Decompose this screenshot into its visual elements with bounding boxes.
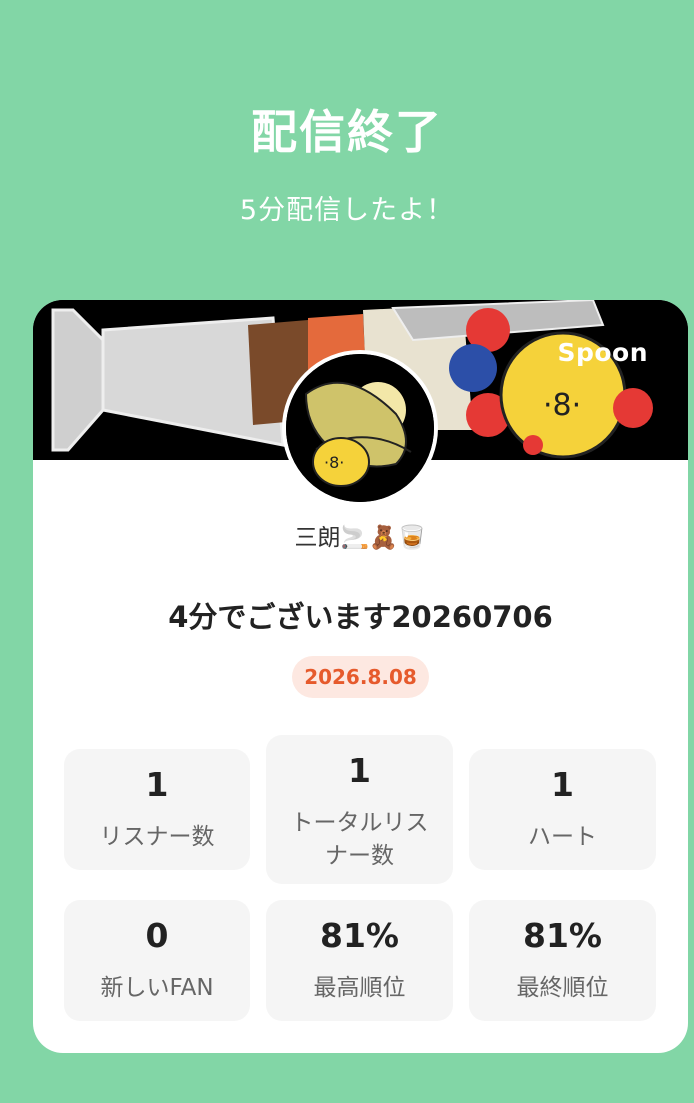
page-subtitle: 5分配信したよ！ [239, 195, 455, 226]
stat-value: 81% [523, 916, 602, 955]
live-ended-screen: 配信終了 5分配信したよ！ ·8· Spoon ·8· 三朗🚬🧸🥃 4分でござい… [0, 0, 694, 1103]
stat-value: 1 [348, 751, 371, 790]
cast-title: 4分でございます20260706 [168, 600, 553, 634]
stat-highest-rank: 81% 最高順位 [266, 900, 453, 1021]
stat-final-rank: 81% 最終順位 [469, 900, 656, 1021]
stat-label: ハート [528, 824, 597, 850]
avatar-illustration: ·8· [286, 354, 434, 502]
stat-label: リスナー数 [99, 824, 215, 850]
stat-value: 81% [320, 916, 399, 955]
cast-summary-card: ·8· Spoon ·8· 三朗🚬🧸🥃 4分でございます20260706 202… [33, 300, 688, 1053]
stat-hearts: 1 ハート [469, 749, 656, 870]
page-title: 配信終了 [251, 105, 443, 159]
brand-logo: Spoon [557, 338, 648, 367]
stat-value: 1 [145, 765, 169, 804]
stat-label: 最終順位 [516, 975, 609, 1001]
date-badge: 2026.8.08 [292, 656, 429, 698]
svg-text:·8·: ·8· [543, 388, 581, 423]
stat-listeners: 1 リスナー数 [64, 749, 250, 870]
dj-name: 三朗🚬🧸🥃 [294, 525, 427, 551]
svg-text:·8·: ·8· [324, 453, 344, 472]
stat-value: 0 [145, 916, 169, 955]
stat-label: 新しいFAN [100, 975, 214, 1001]
stat-value: 1 [551, 765, 574, 804]
avatar[interactable]: ·8· [282, 350, 438, 506]
stat-label: 最高順位 [313, 975, 406, 1001]
stat-new-fans: 0 新しいFAN [64, 900, 250, 1021]
stat-total-listeners: 1 トータルリス ナー数 [266, 735, 453, 884]
stat-label: トータルリス ナー数 [290, 810, 429, 869]
